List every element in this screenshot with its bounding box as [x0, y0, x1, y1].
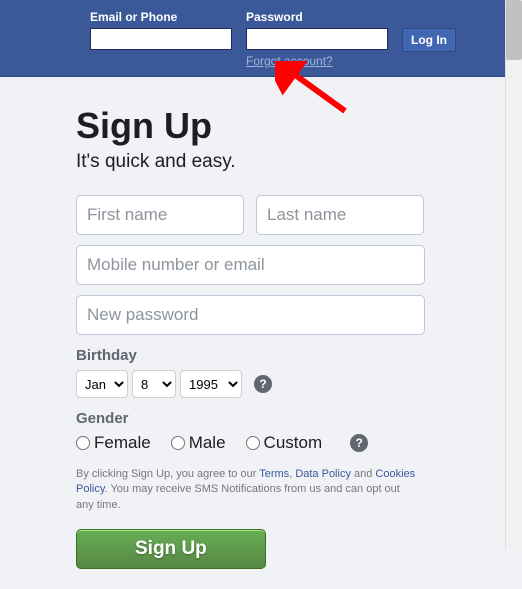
gender-female-option[interactable]: Female: [76, 433, 151, 453]
top-login-bar: Email or Phone Password Forgot account? …: [0, 0, 505, 77]
gender-male-option[interactable]: Male: [171, 433, 226, 453]
forgot-account-link[interactable]: Forgot account?: [246, 54, 388, 68]
birth-year-select[interactable]: 1995: [180, 370, 242, 398]
last-name-input[interactable]: [256, 195, 424, 235]
password-input[interactable]: [246, 28, 388, 50]
scrollbar-thumb[interactable]: [506, 0, 522, 60]
password-label: Password: [246, 10, 388, 24]
birthday-label: Birthday: [76, 347, 435, 364]
signup-title: Sign Up: [76, 105, 435, 147]
gender-custom-radio[interactable]: [246, 436, 260, 450]
first-name-input[interactable]: [76, 195, 244, 235]
email-input[interactable]: [90, 28, 232, 50]
birth-day-select[interactable]: 8: [132, 370, 176, 398]
gender-label: Gender: [76, 410, 435, 427]
help-icon[interactable]: ?: [350, 434, 368, 452]
login-button[interactable]: Log In: [402, 28, 456, 52]
contact-input[interactable]: [76, 245, 425, 285]
birth-month-select[interactable]: Jan: [76, 370, 128, 398]
email-label: Email or Phone: [90, 10, 232, 24]
data-policy-link[interactable]: Data Policy: [295, 468, 351, 480]
gender-male-radio[interactable]: [171, 436, 185, 450]
vertical-scrollbar[interactable]: [505, 0, 522, 550]
signup-subtitle: It's quick and easy.: [76, 151, 435, 173]
gender-female-radio[interactable]: [76, 436, 90, 450]
help-icon[interactable]: ?: [254, 375, 272, 393]
terms-text: By clicking Sign Up, you agree to our Te…: [76, 467, 416, 513]
terms-link[interactable]: Terms: [259, 468, 289, 480]
new-password-input[interactable]: [76, 295, 425, 335]
gender-custom-option[interactable]: Custom: [246, 433, 323, 453]
signup-button[interactable]: Sign Up: [76, 529, 266, 569]
